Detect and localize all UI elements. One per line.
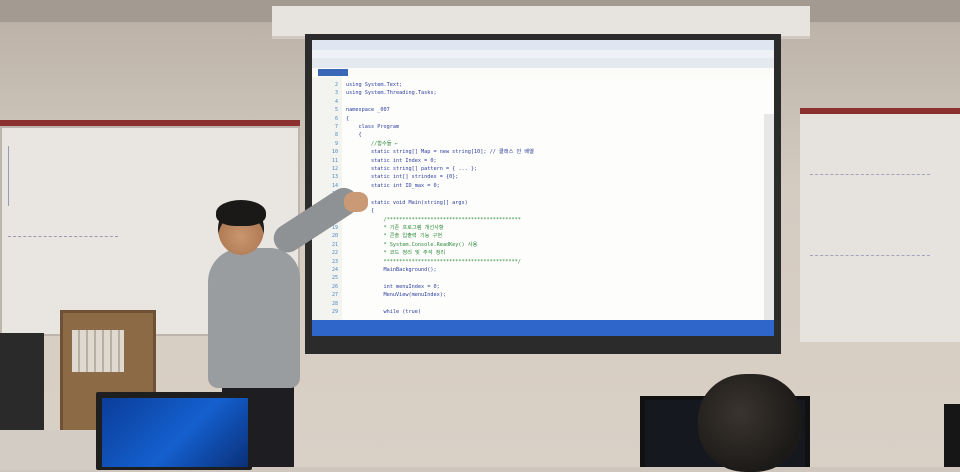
ide-menu-bar: [312, 50, 774, 58]
code-line: int menuIndex = 0;: [346, 283, 440, 290]
whiteboard-scribble: [8, 236, 118, 297]
line-number: 6: [334, 115, 338, 122]
ide-title-bar: [312, 40, 774, 50]
code-line: {: [346, 132, 362, 139]
code-line: /***************************************…: [346, 216, 521, 223]
code-editor: 2345678910111213141516171819202122232425…: [312, 77, 774, 336]
code-line: * 기존 프로그램 개선사항: [346, 224, 444, 231]
line-number: 29: [331, 308, 338, 315]
line-number: 14: [331, 182, 338, 189]
line-number: 11: [331, 157, 338, 164]
ide-status-bar: [312, 320, 774, 336]
line-number: 3: [334, 90, 338, 97]
code-line: static int ID_max = 0;: [346, 182, 440, 189]
line-number: 27: [331, 292, 338, 299]
shelf-books: [72, 330, 124, 372]
line-number: 8: [334, 132, 338, 139]
desk: [0, 430, 110, 470]
code-lines: using System.Text; using System.Threading…: [346, 81, 766, 316]
code-line: namespace _007: [346, 107, 390, 114]
ide-file-tab: [318, 69, 348, 76]
windows-desktop-screen: [102, 398, 248, 467]
far-right-monitor: [944, 404, 960, 467]
code-line: while (true): [346, 308, 421, 315]
whiteboard-right: [800, 108, 960, 342]
code-line: using System.Threading.Tasks;: [346, 90, 437, 97]
line-number: 4: [334, 98, 338, 105]
line-number: 22: [331, 250, 338, 257]
code-line: * System.Console.ReadKey() 사용: [346, 241, 478, 248]
ide-toolbar: [312, 58, 774, 68]
code-line: MainBackground();: [346, 266, 437, 273]
whiteboard-scribble: [810, 174, 930, 256]
line-number: 25: [331, 275, 338, 282]
code-line: {: [346, 115, 350, 122]
line-number: 5: [334, 107, 338, 114]
audience-member-head: [698, 374, 802, 472]
presenter-sweater: [208, 248, 300, 388]
code-line: static string[] Map = new string[10]; //…: [346, 149, 534, 156]
projected-ide-window: 2345678910111213141516171819202122232425…: [312, 40, 774, 336]
line-number: 28: [331, 300, 338, 307]
code-line: {: [370, 208, 375, 215]
code-line: MenuView(menuIndex);: [346, 292, 446, 299]
line-number: 9: [334, 140, 338, 147]
line-number: 26: [331, 283, 338, 290]
code-line: static int[] strindex = {0};: [346, 174, 459, 181]
line-number: 12: [331, 166, 338, 173]
code-line: using System.Text;: [346, 82, 403, 88]
line-number: 21: [331, 241, 338, 248]
code-line: static string[] pattern = { ... };: [346, 166, 478, 173]
line-number: 10: [331, 149, 338, 156]
whiteboard-scribble: [8, 146, 79, 206]
editor-scrollbar: [764, 114, 774, 336]
code-line: //함수들 ←: [346, 140, 398, 147]
presenter-hand: [344, 192, 368, 212]
line-number: 2: [334, 82, 338, 88]
line-number: 7: [334, 124, 338, 131]
presenter-hair: [216, 200, 266, 226]
line-number: 24: [331, 266, 338, 273]
code-line: * 콘솔 입출력 기능 구현: [346, 233, 443, 240]
code-line: * 코드 정리 및 주석 정리: [346, 250, 446, 257]
left-computer: [0, 333, 44, 433]
code-line: static int Index = 0;: [346, 157, 437, 164]
code-line: static void Main(string[] args): [346, 199, 468, 206]
code-line: ****************************************…: [346, 258, 521, 265]
code-line: class Program: [346, 124, 400, 131]
line-number: 13: [331, 174, 338, 181]
line-number: 23: [331, 258, 338, 265]
